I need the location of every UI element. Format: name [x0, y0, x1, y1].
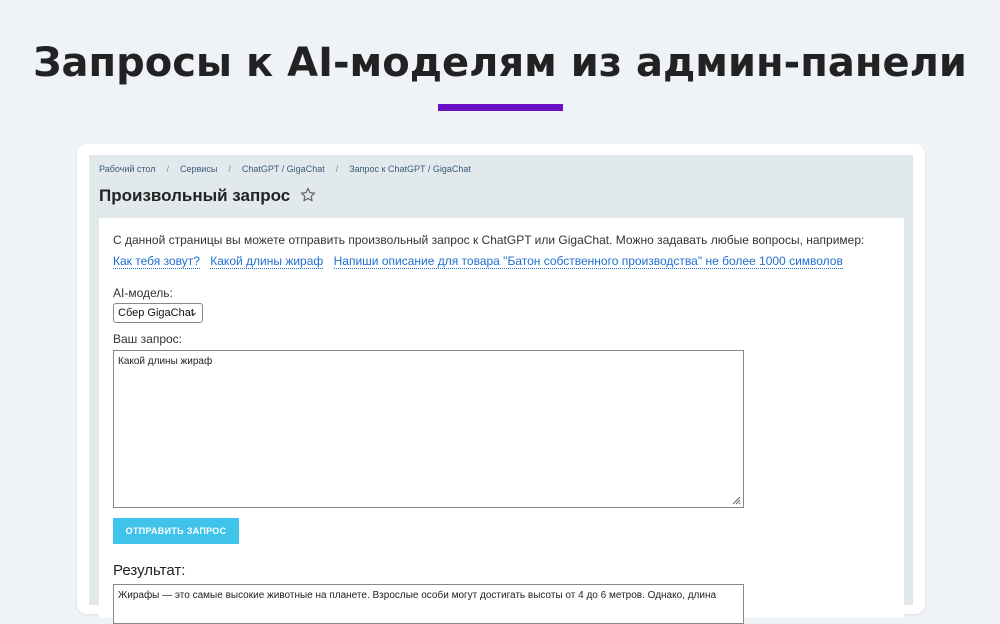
- breadcrumb-item-desktop[interactable]: Рабочий стол: [99, 164, 156, 174]
- star-outline-icon[interactable]: [299, 186, 317, 204]
- breadcrumb-separator: /: [166, 164, 170, 174]
- result-title: Результат:: [113, 562, 186, 579]
- resize-handle-icon[interactable]: [732, 496, 741, 505]
- intro-text: С данной страницы вы можете отправить пр…: [113, 233, 865, 247]
- content-panel: С данной страницы вы можете отправить пр…: [99, 218, 904, 624]
- result-text: Жирафы — это самые высокие животные на п…: [118, 590, 717, 601]
- model-select-value: Сбер GigaChat: [118, 307, 194, 319]
- breadcrumb-separator: /: [228, 164, 231, 174]
- page-title: Произвольный запрос: [99, 186, 291, 205]
- example-links: Как тебя зовут? Какой длины жираф Напиши…: [113, 254, 850, 269]
- breadcrumb: Рабочий стол / Сервисы / ChatGPT / GigaChat /…: [99, 164, 471, 174]
- accent-underline: [438, 104, 563, 111]
- query-textarea[interactable]: Какой длины жираф: [113, 350, 744, 508]
- chevron-down-icon: ⌄: [189, 307, 198, 318]
- headline: Запросы к AI-моделям из админ-панели: [33, 40, 967, 86]
- model-select[interactable]: Сбер GigaChat ⌄: [113, 303, 203, 323]
- query-text: Какой длины жираф: [118, 356, 213, 367]
- admin-panel: Рабочий стол / Сервисы / ChatGPT / GigaChat /…: [89, 155, 913, 624]
- example-link-description[interactable]: Напиши описание для товара "Батон собств…: [333, 254, 843, 269]
- result-box: Жирафы — это самые высокие животные на п…: [113, 584, 744, 624]
- breadcrumb-separator: /: [335, 164, 339, 174]
- example-link-giraffe[interactable]: Какой длины жираф: [210, 254, 324, 269]
- send-request-button[interactable]: ОТПРАВИТЬ ЗАПРОС: [113, 518, 239, 544]
- breadcrumb-item-chatgpt-gigachat[interactable]: ChatGPT / GigaChat: [242, 164, 325, 174]
- example-link-name[interactable]: Как тебя зовут?: [113, 254, 200, 269]
- query-label: Ваш запрос:: [113, 332, 182, 346]
- breadcrumb-item-request[interactable]: Запрос к ChatGPT / GigaChat: [349, 164, 471, 174]
- model-label: AI-модель:: [113, 286, 173, 300]
- breadcrumb-item-services[interactable]: Сервисы: [180, 164, 217, 174]
